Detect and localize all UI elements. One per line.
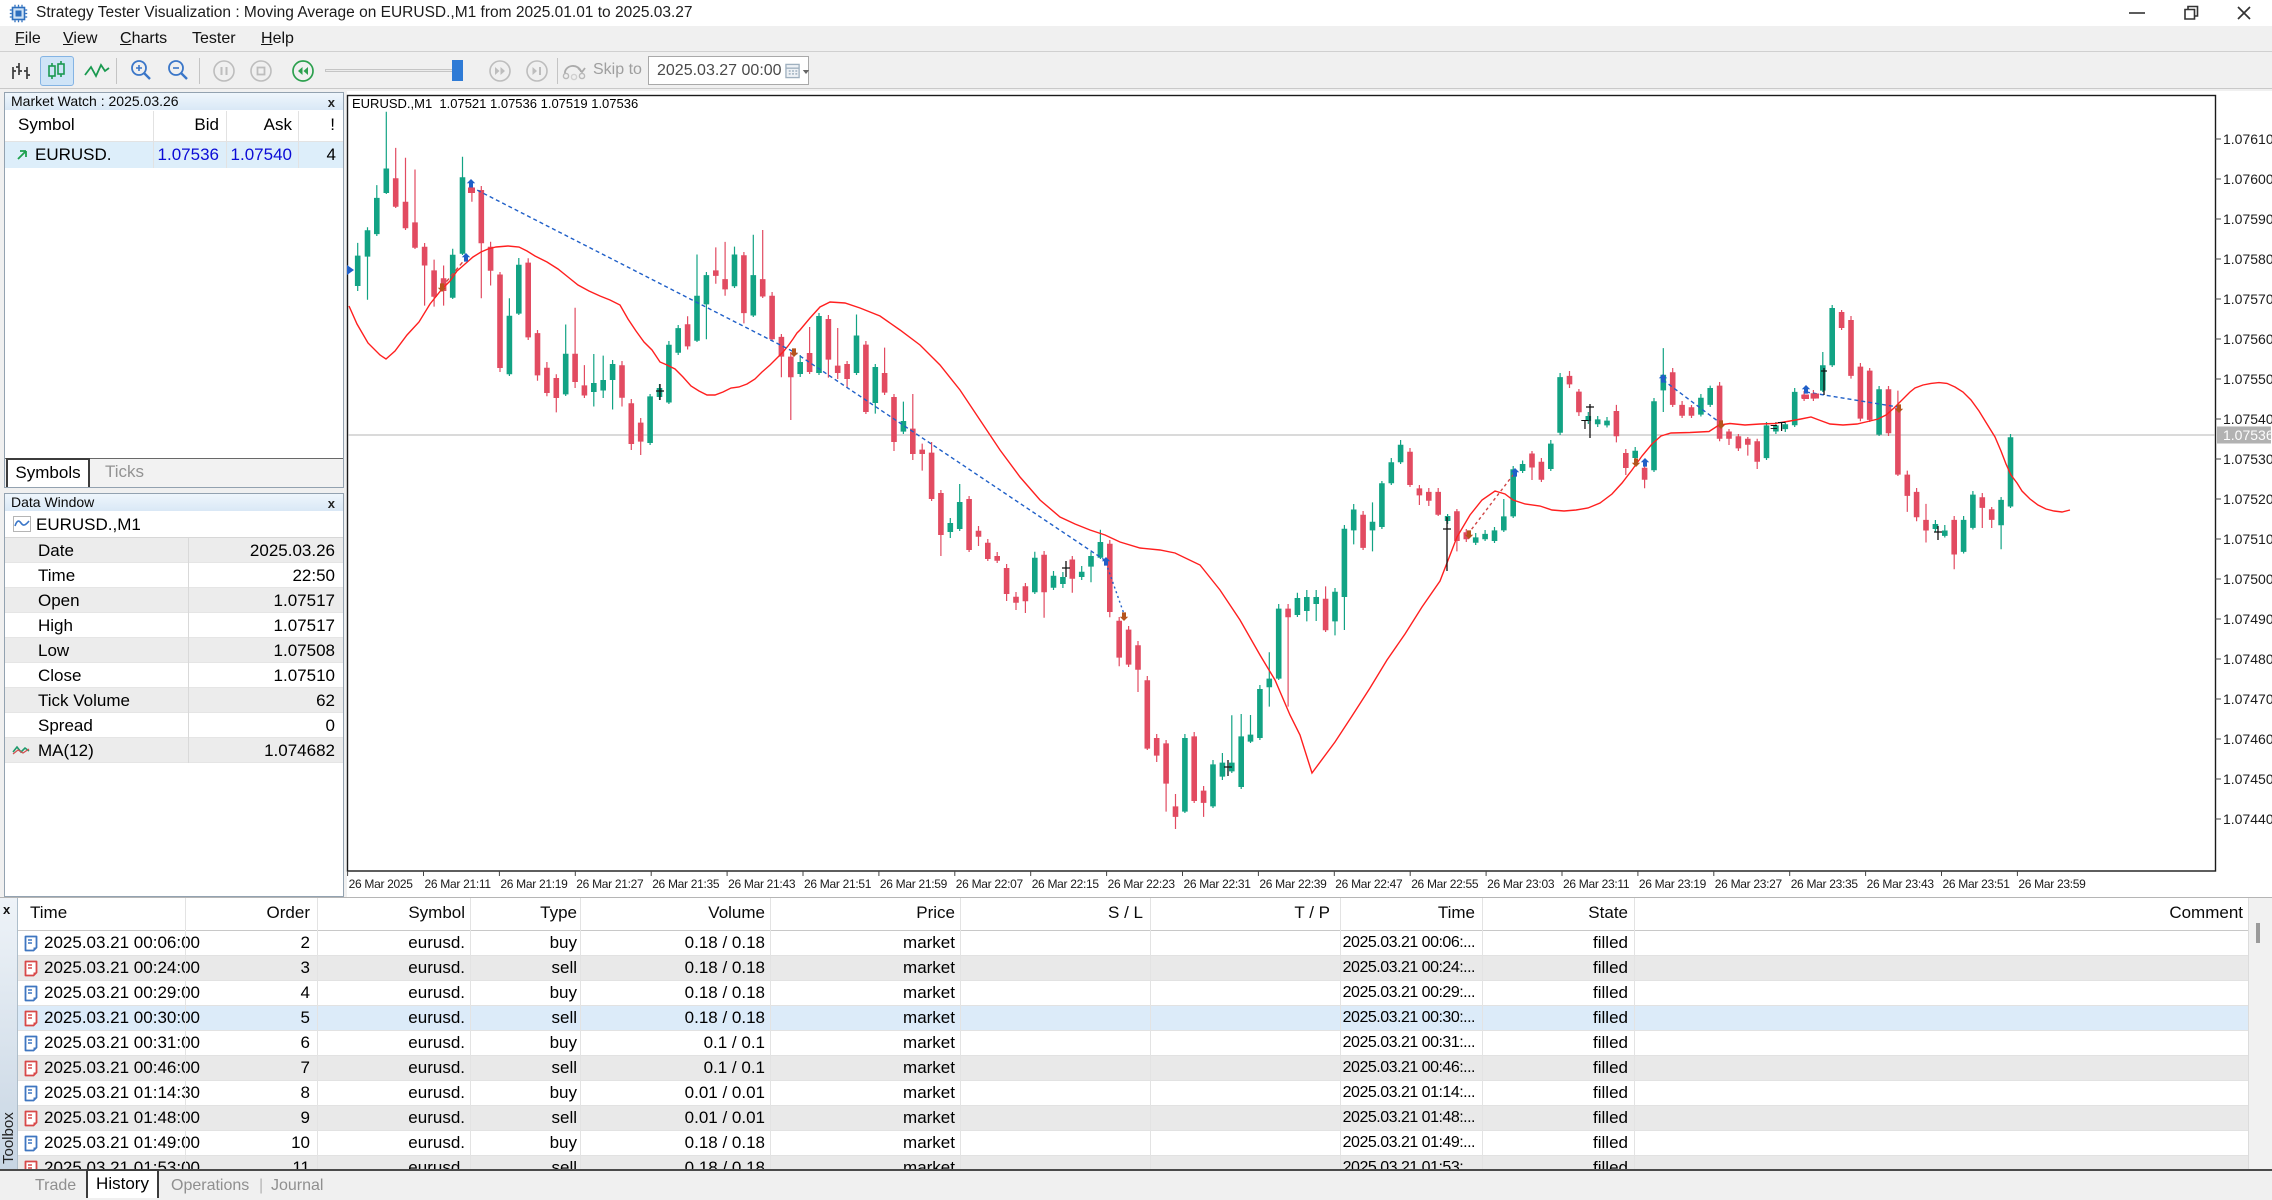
svg-text:26 Mar 23:59: 26 Mar 23:59	[2018, 877, 2086, 891]
svg-text:26 Mar 23:11: 26 Mar 23:11	[1563, 877, 1630, 891]
svg-text:1.07500: 1.07500	[2223, 571, 2272, 587]
svg-text:1.07460: 1.07460	[2223, 731, 2272, 747]
svg-text:26 Mar 21:19: 26 Mar 21:19	[500, 877, 568, 891]
svg-text:1.07510: 1.07510	[2223, 531, 2272, 547]
svg-text:26 Mar 23:35: 26 Mar 23:35	[1791, 877, 1859, 891]
svg-text:26 Mar 21:51: 26 Mar 21:51	[804, 877, 872, 891]
svg-text:1.07480: 1.07480	[2223, 651, 2272, 667]
svg-text:1.07536: 1.07536	[2223, 427, 2272, 443]
svg-text:26 Mar 22:39: 26 Mar 22:39	[1259, 877, 1327, 891]
svg-text:=T: =T	[1770, 419, 1786, 434]
svg-text:26 Mar 23:27: 26 Mar 23:27	[1715, 877, 1783, 891]
svg-text:26 Mar 22:47: 26 Mar 22:47	[1335, 877, 1403, 891]
svg-text:26 Mar 23:43: 26 Mar 23:43	[1867, 877, 1935, 891]
svg-text:26 Mar 2025: 26 Mar 2025	[349, 877, 414, 891]
svg-text:26 Mar 23:51: 26 Mar 23:51	[1943, 877, 2011, 891]
svg-text:26 Mar 21:11: 26 Mar 21:11	[425, 877, 492, 891]
svg-text:26 Mar 22:31: 26 Mar 22:31	[1184, 877, 1252, 891]
svg-text:1.07570: 1.07570	[2223, 291, 2272, 307]
svg-text:T: T	[1581, 417, 1589, 432]
svg-text:26 Mar 21:27: 26 Mar 21:27	[576, 877, 644, 891]
svg-text:26 Mar 22:15: 26 Mar 22:15	[1032, 877, 1100, 891]
svg-text:26 Mar 22:07: 26 Mar 22:07	[956, 877, 1024, 891]
svg-text:EURUSD.,M1 1.07521 1.07536 1.: EURUSD.,M1 1.07521 1.07536 1.07519 1.075…	[352, 96, 638, 111]
svg-text:1.07440: 1.07440	[2223, 811, 2272, 827]
svg-text:1.07580: 1.07580	[2223, 251, 2272, 267]
svg-text:1.07610: 1.07610	[2223, 131, 2272, 147]
svg-text:26 Mar 21:59: 26 Mar 21:59	[880, 877, 948, 891]
svg-text:1.07520: 1.07520	[2223, 491, 2272, 507]
svg-text:26 Mar 22:55: 26 Mar 22:55	[1411, 877, 1479, 891]
svg-text:1.07550: 1.07550	[2223, 371, 2272, 387]
svg-text:26 Mar 23:19: 26 Mar 23:19	[1639, 877, 1707, 891]
svg-text:26 Mar 21:35: 26 Mar 21:35	[652, 877, 720, 891]
svg-text:1.07590: 1.07590	[2223, 211, 2272, 227]
svg-text:1.07470: 1.07470	[2223, 691, 2272, 707]
svg-text:26 Mar 22:23: 26 Mar 22:23	[1108, 877, 1176, 891]
svg-text:1.07600: 1.07600	[2223, 171, 2272, 187]
svg-text:1.07560: 1.07560	[2223, 331, 2272, 347]
svg-text:26 Mar 23:03: 26 Mar 23:03	[1487, 877, 1555, 891]
svg-text:26 Mar 21:43: 26 Mar 21:43	[728, 877, 796, 891]
svg-text:1.07540: 1.07540	[2223, 411, 2272, 427]
svg-text:1.07450: 1.07450	[2223, 771, 2272, 787]
svg-text:1.07490: 1.07490	[2223, 611, 2272, 627]
svg-text:1.07530: 1.07530	[2223, 451, 2272, 467]
